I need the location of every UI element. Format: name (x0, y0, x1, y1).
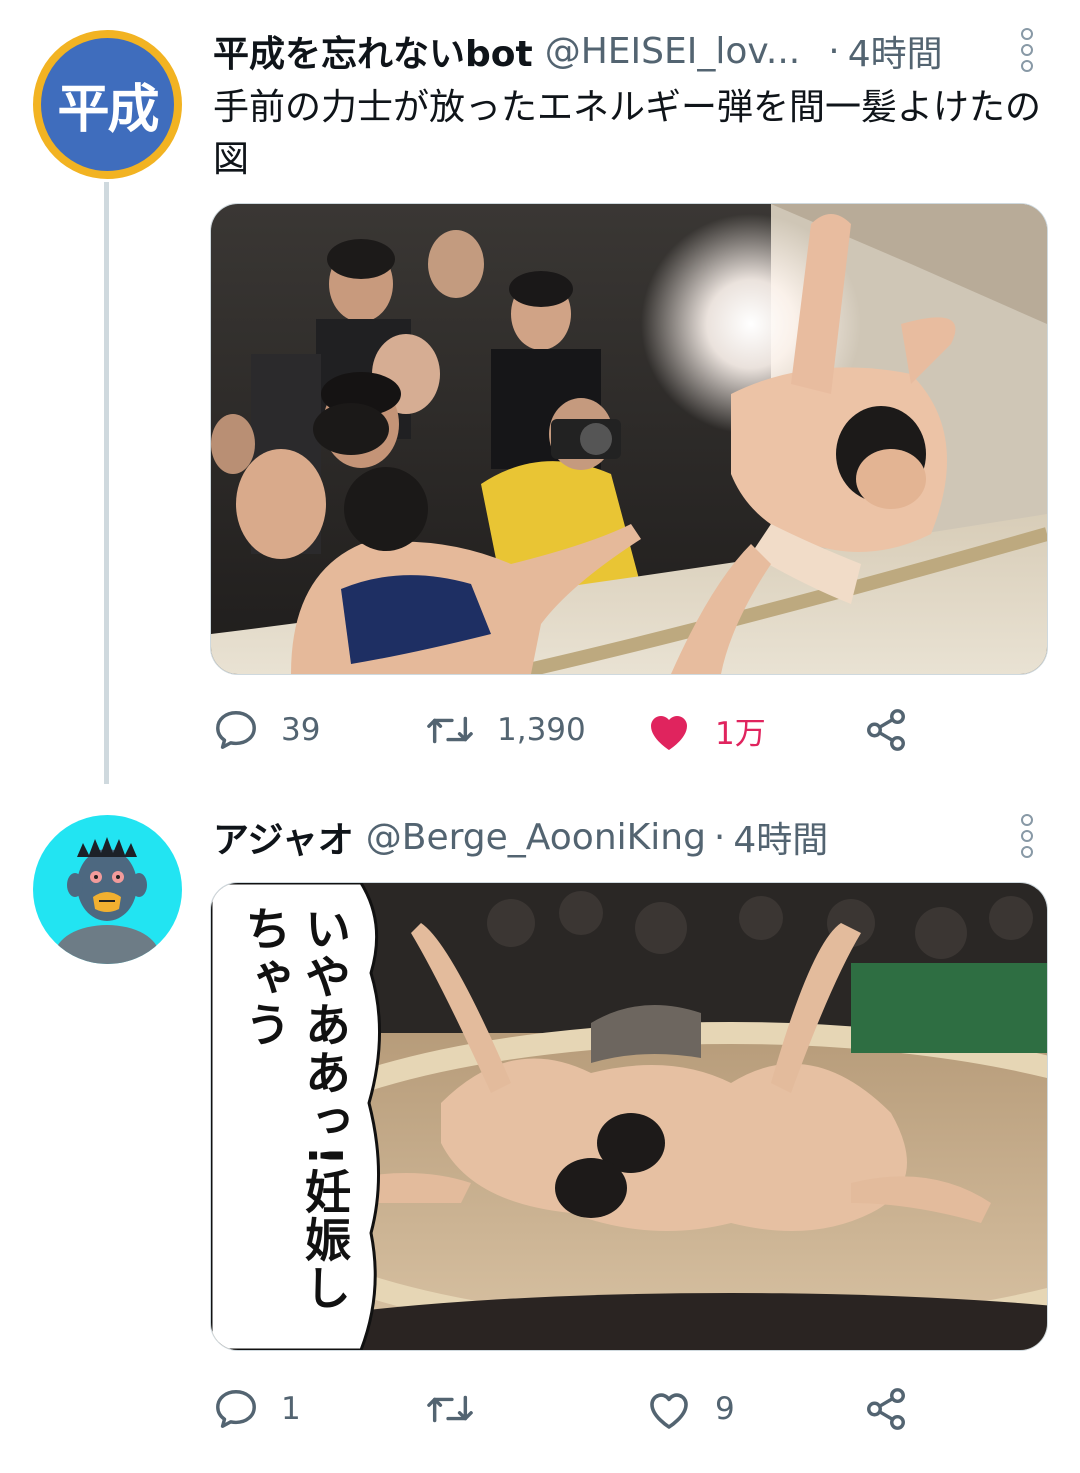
retweet-count: 1,390 (497, 712, 586, 748)
avatar-heisei-bot[interactable]: 平成 (33, 30, 182, 179)
reply-icon (216, 711, 256, 749)
tweet-header: 平成を忘れないbot @HEISEI_lov... · 4時間 (213, 26, 943, 76)
tweet-actions: 1 9 (213, 1379, 993, 1439)
retweet-button[interactable]: 1,390 (425, 700, 586, 760)
share-button[interactable] (863, 700, 931, 760)
retweet-button[interactable] (425, 1379, 497, 1439)
like-button[interactable]: 9 (645, 1379, 735, 1439)
share-button[interactable] (863, 1379, 931, 1439)
share-icon (867, 709, 905, 751)
tweet-image-sumo[interactable] (210, 203, 1048, 675)
reply-button[interactable]: 39 (213, 700, 320, 760)
tweet-header: アジャオ @Berge_AooniKing · 4時間 (213, 812, 828, 862)
share-icon (867, 1388, 905, 1430)
reply-icon (216, 1390, 256, 1428)
thread-connector-line (104, 182, 109, 784)
cartoon-face-icon (55, 837, 159, 964)
avatar-text: 平成 (57, 79, 159, 140)
heart-outline-icon (650, 1393, 688, 1429)
tweet-image-manga-sumo[interactable]: いやああっ!妊娠しちゃう (210, 882, 1048, 1351)
heart-filled-icon (651, 716, 687, 750)
reply-count: 1 (281, 1391, 301, 1427)
retweet-icon (427, 1395, 473, 1423)
tweet-text: 手前の力士が放ったエネルギー弾を間一髪よけたの図 (213, 87, 1042, 180)
like-count: 1万 (715, 715, 766, 752)
avatar-ajao[interactable] (33, 815, 182, 964)
speech-bubble-text: いやああっ!妊娠しちゃう (238, 905, 352, 1312)
timestamp[interactable]: 4時間 (733, 811, 828, 863)
display-name[interactable]: アジャオ (213, 811, 354, 863)
tweet-1[interactable]: 平成 平成を忘れないbot @HEISEI_lov... · 4時間 手前の力士… (0, 0, 1080, 790)
retweet-icon (427, 716, 473, 744)
timestamp[interactable]: 4時間 (848, 25, 943, 77)
like-count: 9 (715, 1391, 735, 1427)
more-options-icon[interactable] (1020, 28, 1034, 72)
user-handle[interactable]: @HEISEI_lov... (545, 31, 801, 72)
display-name[interactable]: 平成を忘れないbot (213, 25, 533, 77)
tweet-2[interactable]: アジャオ @Berge_AooniKing · 4時間 いやああっ!妊娠しちゃう… (0, 790, 1080, 1473)
tweet-actions: 39 1,390 1万 (213, 700, 993, 760)
more-options-icon[interactable] (1020, 814, 1034, 858)
reply-count: 39 (281, 712, 321, 748)
user-handle[interactable]: @Berge_AooniKing (366, 817, 706, 858)
sumo-photo-illustration (211, 204, 1047, 674)
like-button[interactable]: 1万 (645, 700, 766, 760)
reply-button[interactable]: 1 (213, 1379, 301, 1439)
separator-dot: · (828, 30, 840, 72)
separator-dot: · (713, 816, 726, 858)
